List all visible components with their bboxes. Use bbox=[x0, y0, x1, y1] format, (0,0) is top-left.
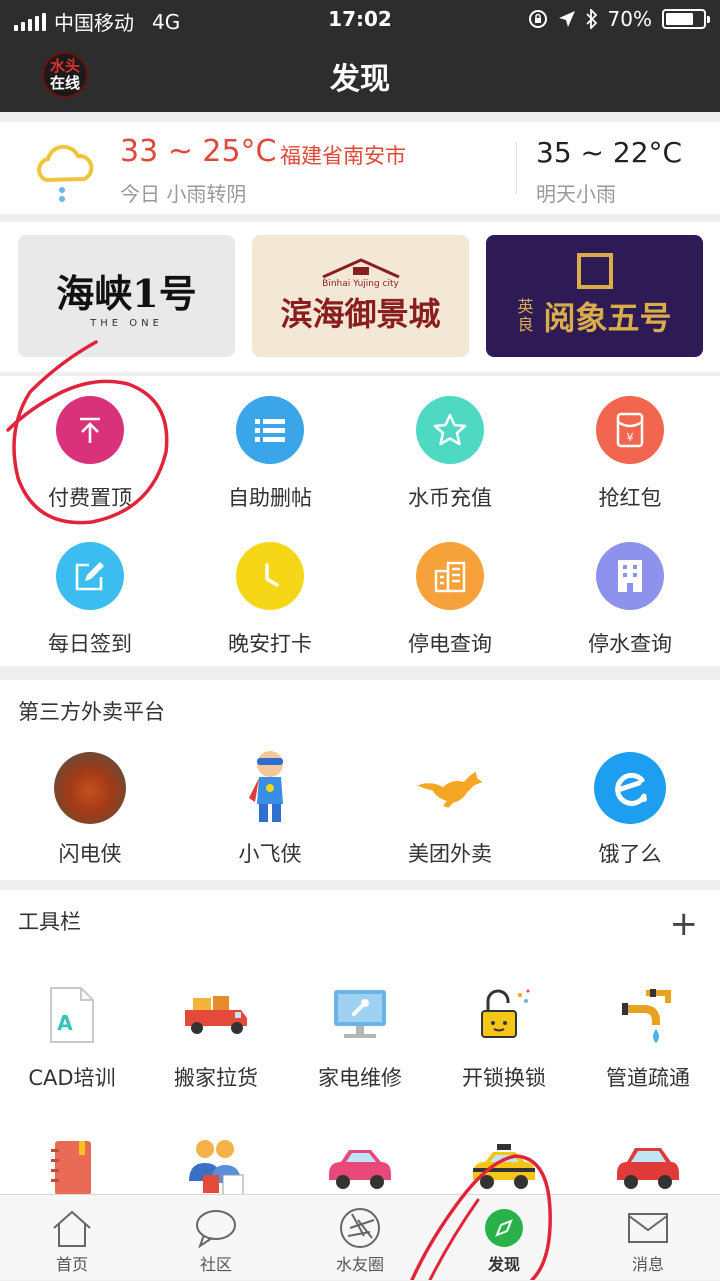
people-icon bbox=[180, 1134, 252, 1196]
mail-icon bbox=[626, 1207, 670, 1249]
battery-icon bbox=[662, 9, 710, 29]
truck-icon bbox=[180, 984, 252, 1046]
platform-eleme[interactable]: 饿了么 bbox=[540, 730, 720, 868]
bluetooth-icon bbox=[585, 9, 597, 29]
status-right: 70% bbox=[528, 7, 710, 31]
services-grid: 付费置顶 自助删帖 水币充值 ¥ 抢红包 每日签到 晚安打卡 停电查询 停水查询 bbox=[0, 376, 720, 666]
service-paid-pin[interactable]: 付费置顶 bbox=[0, 376, 180, 512]
tab-community[interactable]: 社区 bbox=[144, 1195, 288, 1281]
service-checkin[interactable]: 每日签到 bbox=[0, 522, 180, 658]
section-title: 第三方外卖平台 bbox=[18, 700, 165, 724]
service-water-outage[interactable]: 停水查询 bbox=[540, 522, 720, 658]
tab-messages[interactable]: 消息 bbox=[576, 1195, 720, 1281]
aperture-icon bbox=[338, 1207, 382, 1249]
red-packet-icon: ¥ bbox=[596, 396, 664, 464]
monitor-repair-icon bbox=[324, 984, 396, 1046]
service-recharge[interactable]: 水币充值 bbox=[360, 376, 540, 512]
weather-divider bbox=[516, 142, 517, 194]
svg-text:¥: ¥ bbox=[627, 431, 634, 444]
tools-section: 工具栏 + A CAD培训 搬家拉货 家电维修 开锁换锁 管道疏通 bbox=[0, 890, 720, 1200]
tomorrow-weather: 明天小雨 bbox=[536, 182, 616, 206]
service-delete-post[interactable]: 自助删帖 bbox=[180, 376, 360, 512]
tomorrow-temperature: 35 ~ 22°C bbox=[536, 136, 683, 169]
clock-icon bbox=[236, 542, 304, 610]
tab-discover[interactable]: 发现 bbox=[432, 1195, 576, 1281]
chat-icon bbox=[194, 1207, 238, 1249]
tool-pipe-dredging[interactable]: 管道疏通 bbox=[576, 984, 720, 1092]
kangaroo-icon bbox=[414, 752, 486, 824]
platform-xiaofeixia[interactable]: 小飞侠 bbox=[180, 730, 360, 868]
banner-strip: 海峡1号 THE ONE Binhai Yujing city 滨海御景城 英良… bbox=[0, 222, 720, 372]
nav-bar: 水头 在线 发现 bbox=[0, 38, 720, 112]
home-icon bbox=[50, 1207, 94, 1249]
page-title: 发现 bbox=[330, 62, 390, 97]
document-a-icon: A bbox=[36, 984, 108, 1046]
rain-cloud-icon bbox=[37, 144, 94, 202]
tool-moving[interactable]: 搬家拉货 bbox=[144, 984, 288, 1092]
banner-haixia[interactable]: 海峡1号 THE ONE bbox=[18, 235, 235, 357]
tool-pink-car[interactable] bbox=[288, 1134, 432, 1196]
tab-bar: 首页 社区 水友圈 发现 消息 bbox=[0, 1194, 720, 1280]
roof-icon bbox=[321, 258, 400, 279]
food-photo-icon bbox=[54, 752, 126, 824]
today-temperature: 33 ~ 25°C bbox=[120, 134, 277, 169]
food-platforms-section: 第三方外卖平台 闪电侠 小飞侠 美团外卖 饿了么 bbox=[0, 680, 720, 880]
tool-cad-training[interactable]: A CAD培训 bbox=[0, 984, 144, 1092]
tool-notebook[interactable] bbox=[0, 1134, 144, 1196]
tab-friends-circle[interactable]: 水友圈 bbox=[288, 1195, 432, 1281]
pink-car-icon bbox=[324, 1134, 396, 1196]
taxi-icon bbox=[468, 1134, 540, 1196]
platform-shandianxia[interactable]: 闪电侠 bbox=[0, 730, 180, 868]
banner-binhai[interactable]: Binhai Yujing city 滨海御景城 bbox=[252, 235, 469, 357]
location-icon bbox=[558, 11, 575, 27]
svg-text:A: A bbox=[57, 1011, 73, 1035]
today-weather: 今日 小雨转阴 bbox=[120, 182, 247, 206]
platform-meituan[interactable]: 美团外卖 bbox=[360, 730, 540, 868]
service-power-outage[interactable]: 停电查询 bbox=[360, 522, 540, 658]
building-icon bbox=[416, 542, 484, 610]
service-red-packet[interactable]: ¥ 抢红包 bbox=[540, 376, 720, 512]
tool-taxi[interactable] bbox=[432, 1134, 576, 1196]
arrow-up-icon bbox=[56, 396, 124, 464]
section-title: 工具栏 bbox=[18, 910, 81, 934]
red-car-icon bbox=[612, 1134, 684, 1196]
office-icon bbox=[596, 542, 664, 610]
superhero-icon bbox=[234, 751, 306, 824]
pipe-icon bbox=[612, 984, 684, 1046]
tool-red-car[interactable] bbox=[576, 1134, 720, 1196]
banner-yuexiang[interactable]: 英良 阅象五号 bbox=[486, 235, 703, 357]
add-tool-button[interactable]: + bbox=[670, 904, 699, 944]
service-goodnight[interactable]: 晚安打卡 bbox=[180, 522, 360, 658]
brand-mark-icon bbox=[576, 253, 613, 289]
tool-people-service[interactable] bbox=[144, 1134, 288, 1196]
compass-icon bbox=[482, 1207, 526, 1249]
weather-city: 福建省南安市 bbox=[280, 144, 406, 168]
weather-card[interactable]: 33 ~ 25°C 福建省南安市 今日 小雨转阴 35 ~ 22°C 明天小雨 bbox=[0, 122, 720, 214]
tab-home[interactable]: 首页 bbox=[0, 1195, 144, 1281]
rotation-lock-icon bbox=[528, 10, 547, 28]
eleme-icon bbox=[594, 752, 666, 824]
list-icon bbox=[236, 396, 304, 464]
battery-percent: 70% bbox=[607, 7, 652, 31]
notebook-icon bbox=[36, 1134, 108, 1196]
status-bar: 中国移动 4G 17:02 70% bbox=[0, 0, 720, 38]
tool-appliance-repair[interactable]: 家电维修 bbox=[288, 984, 432, 1092]
lock-icon bbox=[468, 984, 540, 1046]
star-icon bbox=[416, 396, 484, 464]
tool-locksmith[interactable]: 开锁换锁 bbox=[432, 984, 576, 1092]
edit-icon bbox=[56, 542, 124, 610]
